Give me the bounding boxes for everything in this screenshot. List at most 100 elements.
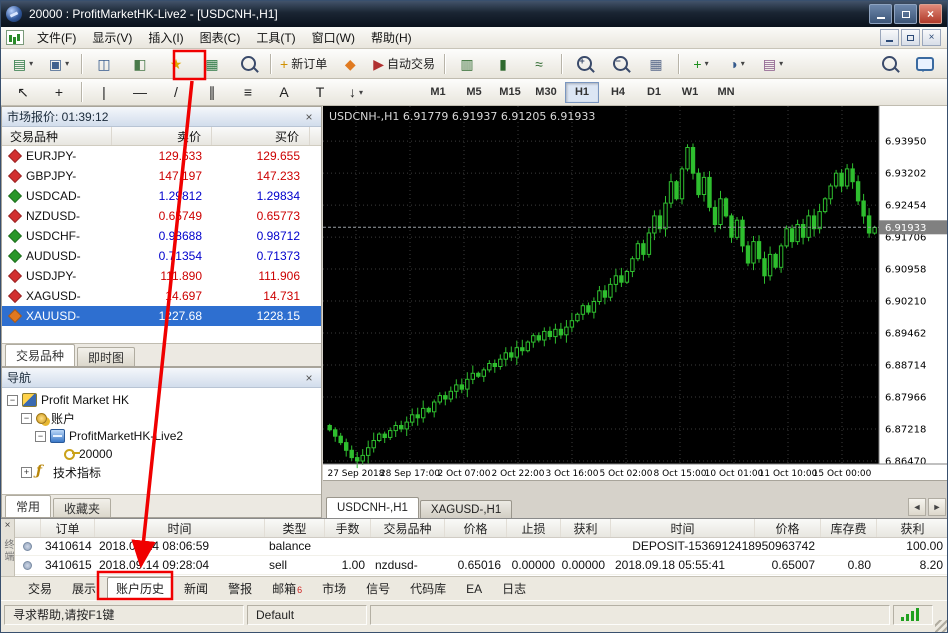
minimize-button[interactable] — [869, 4, 892, 24]
timeframe-m15-button[interactable]: M15 — [493, 82, 527, 103]
status-profile[interactable]: Default — [247, 605, 367, 625]
column-ask[interactable]: 买价 — [212, 127, 310, 145]
autotrading-button[interactable]: ▶自动交易 — [369, 52, 439, 76]
nav-node[interactable]: 20000 — [2, 445, 321, 463]
tile-windows-button[interactable]: ▦ — [639, 52, 673, 76]
tab-alerts[interactable]: 警报 — [219, 577, 261, 600]
tab-news[interactable]: 新闻 — [175, 577, 217, 600]
menu-insert[interactable]: 插入(I) — [140, 26, 191, 49]
zoom-in-button[interactable]: + — [567, 52, 601, 76]
chat-button[interactable] — [908, 52, 942, 76]
close-button[interactable]: × — [919, 4, 942, 24]
tab-exposure[interactable]: 展示 — [63, 577, 105, 600]
col-close-time[interactable]: 时间 — [611, 519, 755, 537]
search-button[interactable] — [872, 52, 906, 76]
navigator-close-button[interactable]: × — [302, 371, 316, 385]
new-order-button[interactable]: +新订单 — [276, 52, 331, 76]
market-watch-row[interactable]: XAUUSD-1227.681228.15 — [2, 306, 321, 326]
chart-tab[interactable]: XAGUSD-,H1 — [420, 500, 512, 518]
tab-market[interactable]: 市场 — [313, 577, 355, 600]
col-open-time[interactable]: 时间 — [95, 519, 265, 537]
collapse-icon[interactable]: − — [21, 413, 32, 424]
expand-icon[interactable]: + — [21, 467, 32, 478]
text-button[interactable]: A — [267, 80, 301, 104]
mdi-close-button[interactable]: × — [922, 29, 941, 46]
tab-code-base[interactable]: 代码库 — [401, 577, 455, 600]
crosshair-button[interactable]: + — [42, 80, 76, 104]
equidistant-channel-button[interactable]: ∥ — [195, 80, 229, 104]
tab-journal[interactable]: 日志 — [493, 577, 535, 600]
col-order[interactable]: 订单 — [41, 519, 95, 537]
mdi-minimize-button[interactable] — [880, 29, 899, 46]
periods-button[interactable]: ◑▾ — [720, 52, 754, 76]
menu-window[interactable]: 窗口(W) — [304, 26, 363, 49]
collapse-icon[interactable]: − — [7, 395, 18, 406]
templates-button[interactable]: ▤▾ — [756, 52, 790, 76]
chart-bars-button[interactable]: ▥ — [450, 52, 484, 76]
profiles-button[interactable]: ▣▾ — [42, 52, 76, 76]
collapse-icon[interactable]: − — [35, 431, 46, 442]
indicators-button[interactable]: +▾ — [684, 52, 718, 76]
navigator-button[interactable]: ★ — [159, 52, 193, 76]
chart-tab[interactable]: USDCNH-,H1 — [326, 497, 419, 518]
cursor-button[interactable]: ↖ — [6, 80, 40, 104]
price-chart[interactable]: 27 Sep 201828 Sep 17:002 Oct 07:002 Oct … — [323, 106, 948, 480]
nav-node[interactable]: −Profit Market HK — [2, 391, 321, 409]
menu-view[interactable]: 显示(V) — [84, 26, 140, 49]
menu-file[interactable]: 文件(F) — [29, 26, 84, 49]
nav-node[interactable]: −ProfitMarketHK-Live2 — [2, 427, 321, 445]
resize-grip[interactable] — [935, 620, 948, 633]
metaeditor-button[interactable]: ◆ — [333, 52, 367, 76]
market-watch-tab[interactable]: 即时图 — [77, 347, 135, 366]
chart-tab-scroll-right-button[interactable]: ► — [928, 498, 946, 516]
market-watch-row[interactable]: USDJPY-111.890111.906 — [2, 266, 321, 286]
market-watch-row[interactable]: EURJPY-129.633129.655 — [2, 146, 321, 166]
terminal-button[interactable]: ▦ — [195, 52, 229, 76]
col-profit[interactable]: 获利 — [877, 519, 948, 537]
chart-line-button[interactable]: ≈ — [522, 52, 556, 76]
nav-node[interactable]: +技术指标 — [2, 463, 321, 481]
market-watch-row[interactable]: AUDUSD-0.713540.71373 — [2, 246, 321, 266]
timeframe-m30-button[interactable]: M30 — [529, 82, 563, 103]
col-type[interactable]: 类型 — [265, 519, 325, 537]
history-row[interactable]: 34106152018.09.14 09:28:04sell1.00nzdusd… — [15, 556, 948, 575]
data-window-button[interactable]: ◧ — [123, 52, 157, 76]
tab-signals[interactable]: 信号 — [357, 577, 399, 600]
col-price[interactable]: 价格 — [445, 519, 507, 537]
terminal-close-button[interactable]: × — [5, 521, 11, 531]
tab-mailbox[interactable]: 邮箱6 — [263, 577, 311, 600]
column-bid[interactable]: 卖价 — [112, 127, 212, 145]
col-tp[interactable]: 获利 — [561, 519, 611, 537]
col-close-price[interactable]: 价格 — [755, 519, 821, 537]
market-watch-row[interactable]: NZDUSD-0.657490.65773 — [2, 206, 321, 226]
horizontal-line-button[interactable]: — — [123, 80, 157, 104]
timeframe-d1-button[interactable]: D1 — [637, 82, 671, 103]
timeframe-m1-button[interactable]: M1 — [421, 82, 455, 103]
column-symbol[interactable]: 交易品种 — [2, 127, 112, 145]
timeframe-mn-button[interactable]: MN — [709, 82, 743, 103]
market-watch-row[interactable]: GBPJPY-147.197147.233 — [2, 166, 321, 186]
navigator-tab[interactable]: 收藏夹 — [53, 498, 111, 517]
col-symbol[interactable]: 交易品种 — [371, 519, 445, 537]
timeframe-h4-button[interactable]: H4 — [601, 82, 635, 103]
fibonacci-button[interactable]: ≡ — [231, 80, 265, 104]
menu-charts[interactable]: 图表(C) — [192, 26, 249, 49]
timeframe-w1-button[interactable]: W1 — [673, 82, 707, 103]
timeframe-h1-button[interactable]: H1 — [565, 82, 599, 103]
chart-system-menu-icon[interactable] — [6, 30, 24, 45]
market-watch-row[interactable]: USDCHF-0.986880.98712 — [2, 226, 321, 246]
mdi-restore-button[interactable] — [901, 29, 920, 46]
col-sl[interactable]: 止损 — [507, 519, 561, 537]
trendline-button[interactable]: / — [159, 80, 193, 104]
new-chart-button[interactable]: ▤▾ — [6, 52, 40, 76]
chart-candles-button[interactable]: ▮ — [486, 52, 520, 76]
timeframe-m5-button[interactable]: M5 — [457, 82, 491, 103]
market-watch-tab[interactable]: 交易品种 — [5, 344, 75, 366]
market-watch-button[interactable]: ◫ — [87, 52, 121, 76]
restore-button[interactable] — [894, 4, 917, 24]
history-row[interactable]: 34106142018.09.14 08:06:59balanceDEPOSIT… — [15, 537, 948, 556]
nav-node[interactable]: −账户 — [2, 409, 321, 427]
menu-tools[interactable]: 工具(T) — [248, 26, 303, 49]
market-watch-row[interactable]: USDCAD-1.298121.29834 — [2, 186, 321, 206]
market-watch-close-button[interactable]: × — [302, 110, 316, 124]
